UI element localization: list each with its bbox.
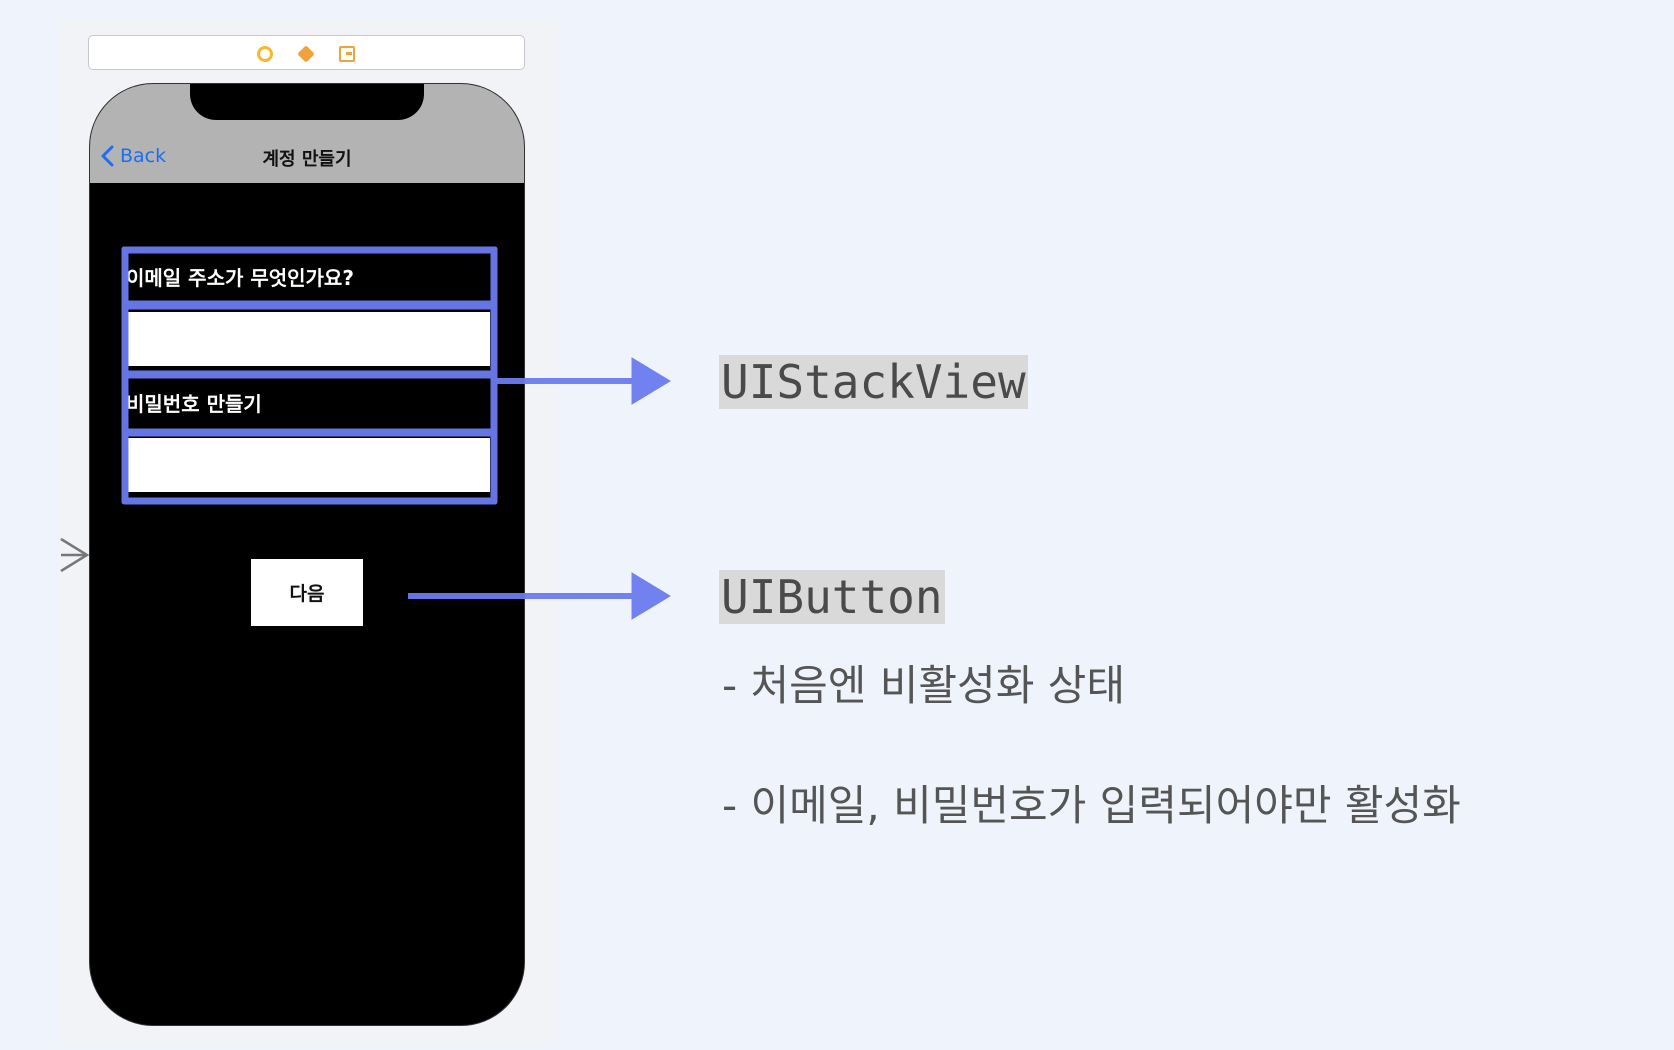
stack-view-arrow-head: [631, 357, 671, 405]
view-controller-icon[interactable]: [257, 46, 273, 62]
password-field[interactable]: [128, 438, 490, 492]
uibutton-tag: UIButton: [719, 570, 945, 624]
password-label: 비밀번호 만들기: [126, 392, 262, 416]
entry-point-arrow-icon: [60, 537, 90, 573]
next-button[interactable]: 다음: [251, 559, 363, 626]
button-note-enabled: - 이메일, 비밀번호가 입력되어야만 활성화: [722, 781, 1461, 830]
iphone-frame: Back 계정 만들기 이메일 주소가 무엇인가요? 비밀번호 만들기 다음: [89, 83, 525, 1026]
button-arrow-head: [631, 572, 671, 620]
email-label: 이메일 주소가 무엇인가요?: [126, 266, 354, 290]
button-note-disabled: - 처음엔 비활성화 상태: [722, 661, 1125, 710]
email-field[interactable]: [128, 312, 490, 366]
nav-title: 계정 만들기: [262, 149, 352, 170]
uistackview-tag: UIStackView: [719, 355, 1028, 409]
scene-dock: [88, 35, 525, 70]
notch: [190, 84, 424, 120]
exit-icon[interactable]: [339, 46, 355, 62]
navigation-bar: Back 계정 만들기: [90, 84, 524, 183]
first-responder-icon[interactable]: [297, 45, 315, 63]
